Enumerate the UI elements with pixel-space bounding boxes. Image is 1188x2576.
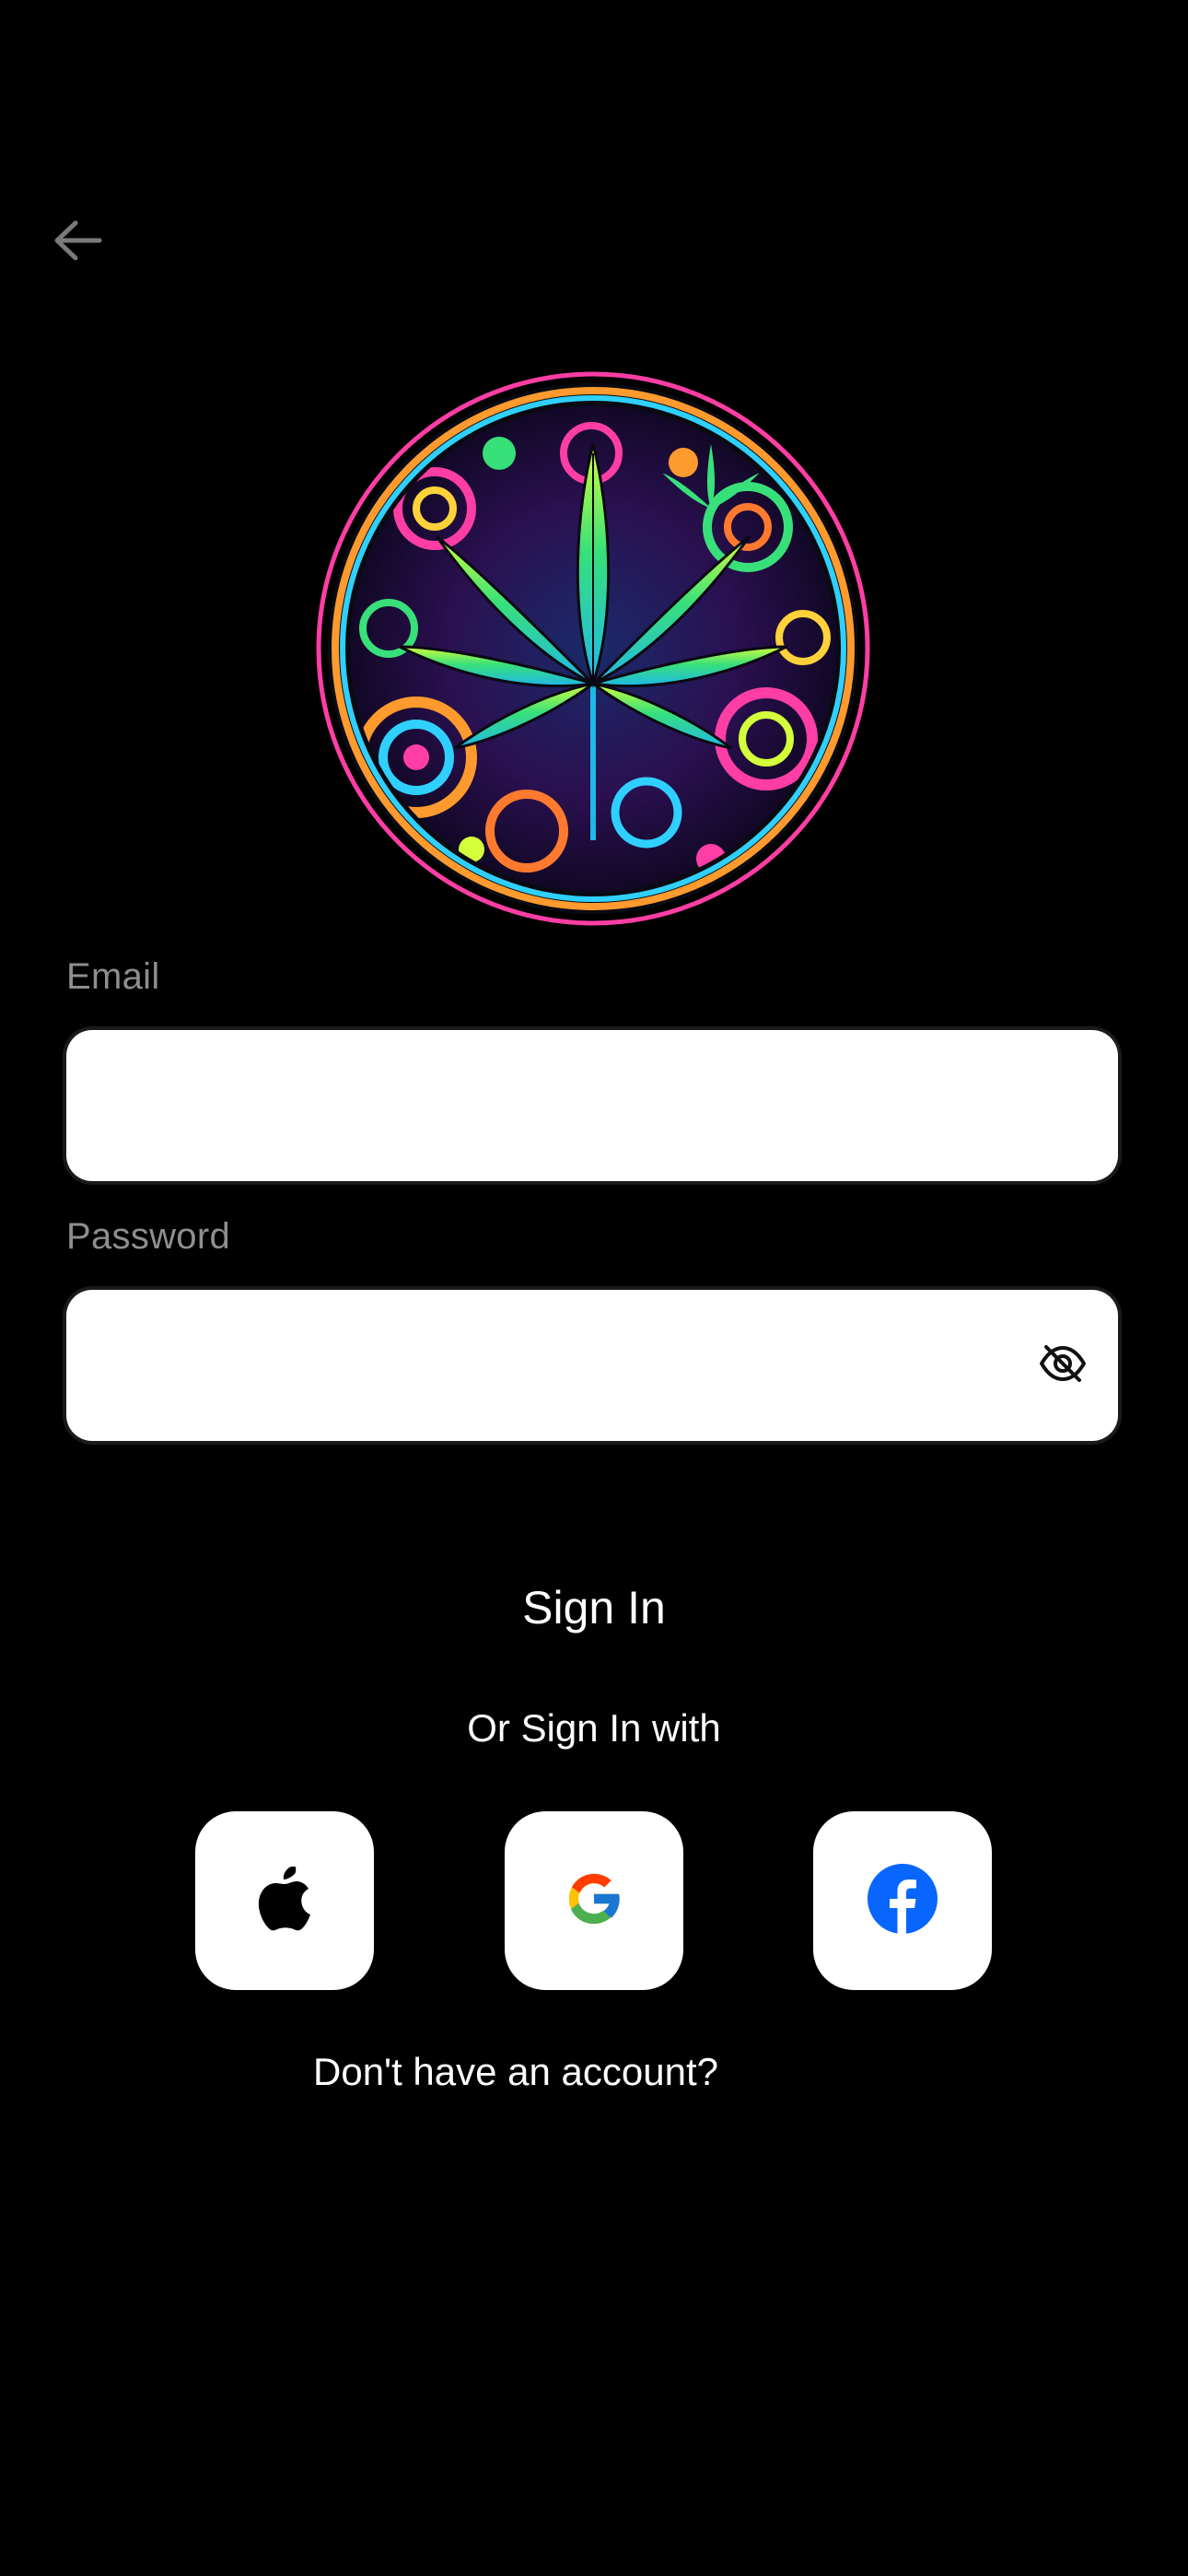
facebook-sign-in-button[interactable] [813,1811,992,1990]
email-field-container [66,1030,1118,1181]
apple-icon [258,1866,311,1936]
password-label: Password [66,1216,231,1257]
email-field[interactable] [66,1030,1118,1181]
google-sign-in-button[interactable] [505,1811,683,1990]
arrow-left-icon [52,219,103,266]
app-logo [315,370,871,927]
sign-up-link[interactable]: Don't have an account? [276,2040,755,2104]
sign-in-button[interactable]: Sign In [410,1557,778,1658]
password-field-container [66,1290,1118,1441]
facebook-icon [868,1863,938,1938]
apple-sign-in-button[interactable] [195,1811,374,1990]
social-divider-text: Or Sign In with [467,1706,721,1750]
back-button[interactable] [41,210,114,275]
email-label: Email [66,956,160,997]
password-visibility-toggle[interactable] [1035,1338,1090,1393]
eye-slash-icon [1039,1343,1087,1388]
google-icon [562,1867,626,1936]
password-field[interactable] [66,1290,1118,1441]
